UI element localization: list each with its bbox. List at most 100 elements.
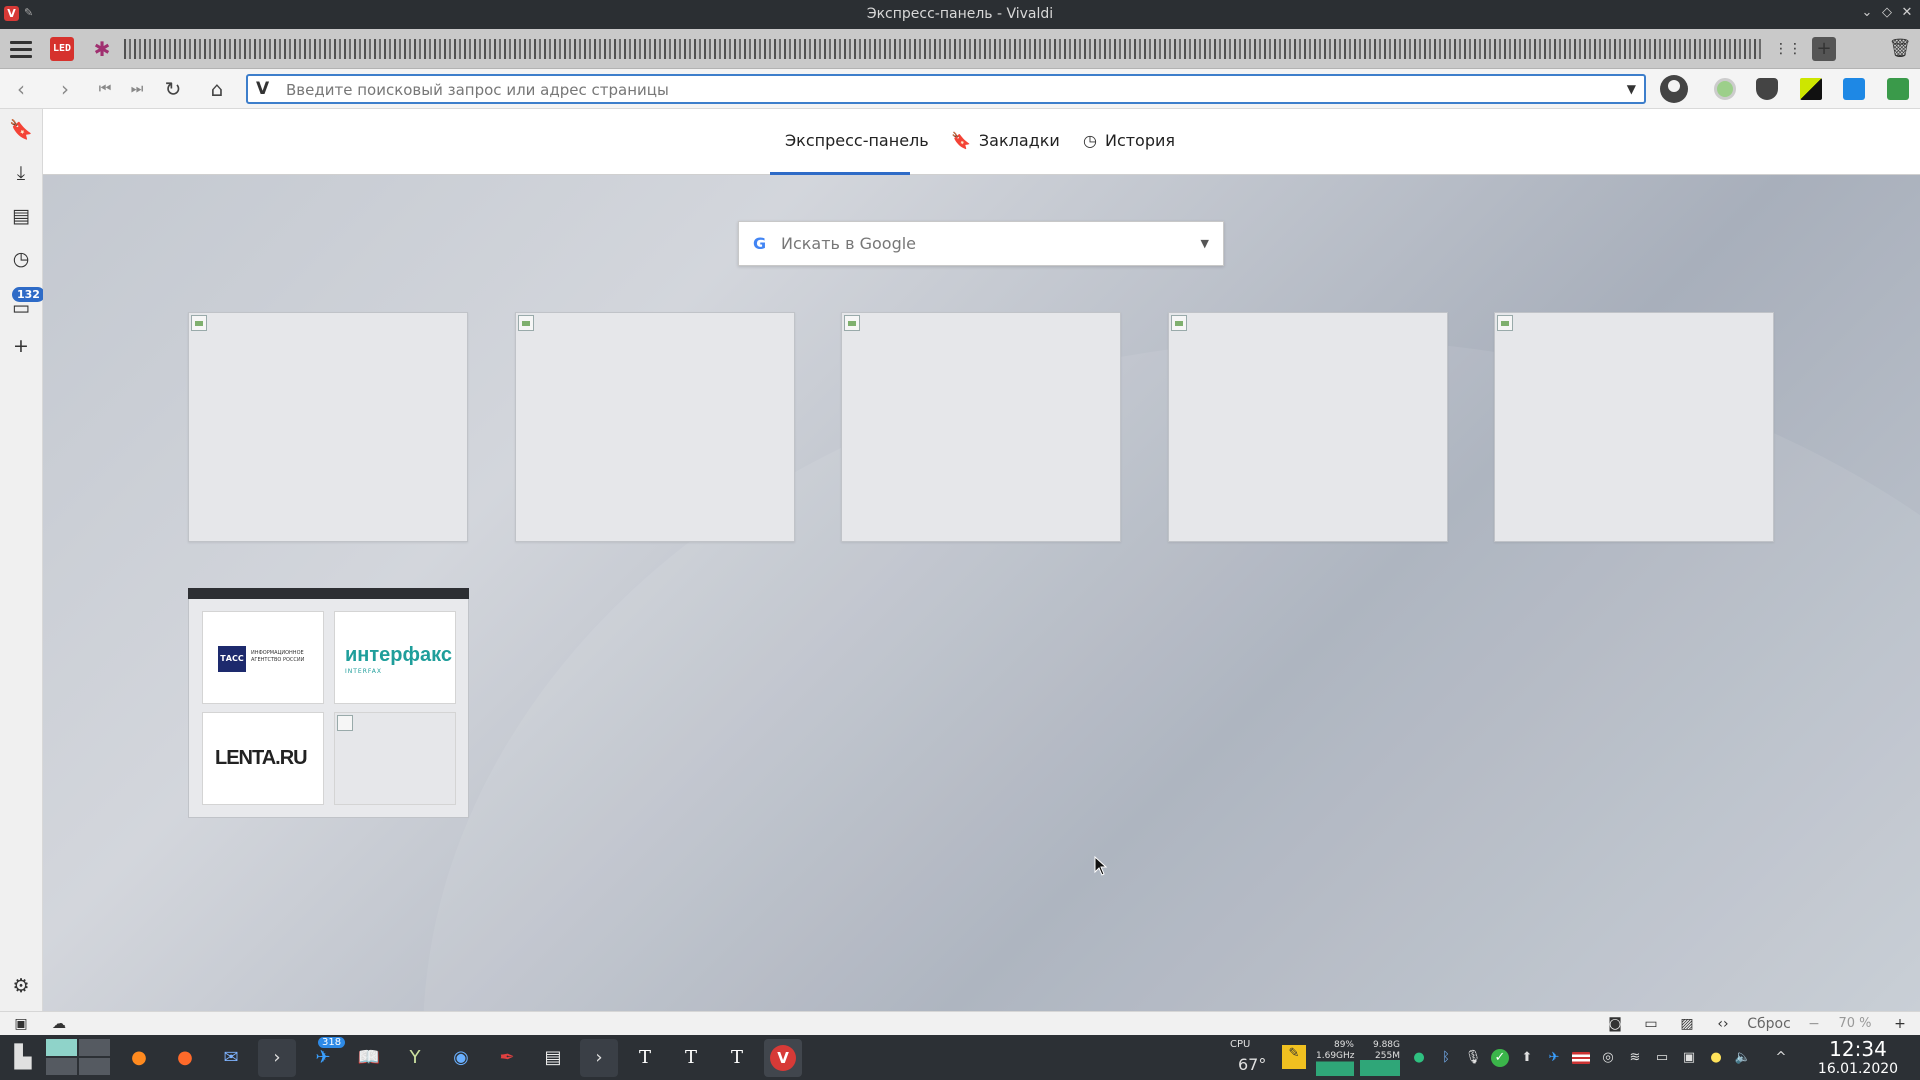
thunderbird-icon[interactable]: ✉ bbox=[212, 1039, 250, 1077]
vivaldi-menu-button[interactable] bbox=[8, 37, 34, 61]
extension-green-dot-icon[interactable] bbox=[1714, 78, 1736, 100]
firefox-dev-icon[interactable]: ● bbox=[166, 1039, 204, 1077]
home-button[interactable]: ⌂ bbox=[204, 77, 230, 101]
document-icon[interactable]: ▤ bbox=[534, 1039, 572, 1077]
history-panel-icon[interactable]: ◷ bbox=[8, 246, 34, 272]
url-input[interactable]: V Введите поисковый запрос или адрес стр… bbox=[246, 74, 1646, 104]
app-launcher-icon[interactable]: ▙ bbox=[4, 1039, 42, 1077]
speed-dial-folder[interactable]: ТАСС ИНФОРМАЦИОННОЕ АГЕНТСТВО РОССИИ инт… bbox=[188, 588, 469, 818]
back-button[interactable]: ‹ bbox=[8, 77, 34, 101]
new-tab-button[interactable]: + bbox=[1812, 37, 1836, 61]
tab-history[interactable]: ◷ История bbox=[1083, 131, 1175, 150]
vpn-icon[interactable]: ◎ bbox=[1599, 1049, 1617, 1067]
cpu-frequency: 1.69GHz bbox=[1316, 1051, 1355, 1061]
book-reader-icon[interactable]: 📖 bbox=[350, 1039, 388, 1077]
notes-panel-icon[interactable]: ▤ bbox=[8, 203, 34, 229]
zoom-reset-button[interactable]: Сброс bbox=[1744, 1015, 1794, 1033]
rewind-button[interactable]: ⏮ bbox=[92, 77, 118, 101]
typora-3-icon[interactable]: T bbox=[718, 1039, 756, 1077]
microphone-icon[interactable]: 🎙 bbox=[1464, 1049, 1482, 1067]
zoom-out-button[interactable]: − bbox=[1806, 1015, 1822, 1033]
folder-item-interfax[interactable]: интерфакс INTERFAX bbox=[334, 611, 456, 704]
desktop-1[interactable] bbox=[46, 1039, 77, 1056]
tab-bookmarks[interactable]: 🔖 Закладки bbox=[951, 131, 1060, 150]
clock[interactable]: 12:34 16.01.2020 bbox=[1798, 1038, 1918, 1078]
url-history-dropdown-icon[interactable]: ▼ bbox=[1627, 82, 1636, 96]
zoom-in-button[interactable]: + bbox=[1892, 1015, 1908, 1033]
minimize-icon[interactable]: ⌄ bbox=[1858, 4, 1876, 22]
settings-gear-icon[interactable]: ⚙ bbox=[8, 973, 34, 999]
search-engine-dropdown-icon[interactable]: ▼ bbox=[1201, 237, 1209, 250]
search-placeholder: Искать в Google bbox=[781, 234, 917, 253]
notes-widget-icon[interactable]: ✎ bbox=[1282, 1045, 1306, 1069]
extension-shield-icon[interactable] bbox=[1756, 78, 1778, 100]
profile-avatar[interactable] bbox=[1660, 75, 1688, 103]
speed-dial-tile[interactable] bbox=[1494, 312, 1774, 542]
terminal-2-icon[interactable]: › bbox=[580, 1039, 618, 1077]
close-icon[interactable]: ✕ bbox=[1898, 4, 1916, 22]
maximize-icon[interactable]: ◇ bbox=[1878, 4, 1896, 22]
typora-icon[interactable]: T bbox=[626, 1039, 664, 1077]
tray-expand-icon[interactable]: ^ bbox=[1772, 1049, 1790, 1067]
trash-icon[interactable]: 🗑 bbox=[1888, 37, 1912, 61]
telegram-tray-icon[interactable]: ✈ bbox=[1545, 1049, 1563, 1067]
cpu-label: CPU bbox=[1230, 1039, 1251, 1050]
desktop-2[interactable] bbox=[79, 1039, 110, 1056]
keyboard-layout-flag-icon[interactable] bbox=[1572, 1052, 1590, 1064]
tab-spark-icon[interactable]: ✱ bbox=[90, 37, 114, 61]
extension-s-icon[interactable] bbox=[1843, 78, 1865, 100]
tiling-icon[interactable]: ▭ bbox=[1640, 1015, 1662, 1033]
typora-2-icon[interactable]: T bbox=[672, 1039, 710, 1077]
tab-speed-dial[interactable]: Экспресс-панель bbox=[785, 131, 929, 150]
add-panel-icon[interactable]: + bbox=[8, 333, 34, 359]
speed-dial-tile[interactable] bbox=[188, 312, 468, 542]
yandex-icon[interactable]: Y bbox=[396, 1039, 434, 1077]
night-light-icon[interactable]: ● bbox=[1707, 1049, 1725, 1067]
desktop-4[interactable] bbox=[79, 1058, 110, 1075]
terminal-icon[interactable]: › bbox=[258, 1039, 296, 1077]
folder-item-lenta[interactable]: LENTA.RU bbox=[202, 712, 324, 805]
status-green-icon[interactable]: ● bbox=[1410, 1049, 1428, 1067]
extension-color-icon[interactable] bbox=[1800, 78, 1822, 100]
downloads-panel-icon[interactable]: ⤓ bbox=[8, 160, 34, 186]
tass-logo: ТАСС bbox=[218, 646, 246, 672]
check-icon[interactable]: ✓ bbox=[1491, 1049, 1509, 1067]
firefox-icon[interactable]: ● bbox=[120, 1039, 158, 1077]
speed-dial-tile[interactable] bbox=[1168, 312, 1448, 542]
desktop-pager[interactable] bbox=[46, 1039, 110, 1075]
updates-icon[interactable]: ⬆ bbox=[1518, 1049, 1536, 1067]
tab-history-label: История bbox=[1104, 131, 1176, 150]
broken-image-icon bbox=[191, 315, 207, 331]
folder-item-tass[interactable]: ТАСС ИНФОРМАЦИОННОЕ АГЕНТСТВО РОССИИ bbox=[202, 611, 324, 704]
volume-icon[interactable]: 🔈 bbox=[1734, 1049, 1752, 1067]
site-info-icon[interactable]: V bbox=[256, 79, 269, 99]
fast-forward-button[interactable]: ⏭ bbox=[124, 77, 150, 101]
extension-translate-icon[interactable] bbox=[1887, 78, 1909, 100]
tab-grid-icon[interactable]: ⋮⋮ bbox=[1774, 37, 1802, 61]
forward-button[interactable]: › bbox=[52, 77, 78, 101]
capture-camera-icon[interactable]: ◙ bbox=[1604, 1015, 1626, 1033]
battery-icon[interactable]: ▭ bbox=[1653, 1049, 1671, 1067]
google-search-field[interactable]: G Искать в Google ▼ bbox=[738, 221, 1224, 266]
desktop-3[interactable] bbox=[46, 1058, 77, 1075]
qbittorrent-icon[interactable]: ◉ bbox=[442, 1039, 480, 1077]
folder-item-empty[interactable] bbox=[334, 712, 456, 805]
vivaldi-task-icon[interactable]: V bbox=[764, 1039, 802, 1077]
reload-button[interactable]: ↻ bbox=[160, 77, 186, 101]
clipboard-icon[interactable]: ▣ bbox=[1680, 1049, 1698, 1067]
editor-icon[interactable]: ✒ bbox=[488, 1039, 526, 1077]
bluetooth-icon[interactable]: ᛒ bbox=[1437, 1049, 1455, 1067]
speed-dial-tile[interactable] bbox=[841, 312, 1121, 542]
page-actions-icon[interactable]: ‹› bbox=[1712, 1015, 1734, 1033]
tab-led[interactable]: LED bbox=[50, 37, 74, 61]
cpu-temperature: 67° bbox=[1238, 1055, 1267, 1074]
broken-image-icon bbox=[1497, 315, 1513, 331]
images-icon[interactable]: ▨ bbox=[1676, 1015, 1698, 1033]
interfax-subtitle: INTERFAX bbox=[345, 668, 382, 675]
bookmarks-panel-icon[interactable]: 🔖 bbox=[8, 117, 34, 143]
speed-dial-tile[interactable] bbox=[515, 312, 795, 542]
tab-strip-compressed[interactable] bbox=[124, 39, 1764, 59]
wifi-icon[interactable]: ≋ bbox=[1626, 1049, 1644, 1067]
panel-toggle-icon[interactable]: ▣ bbox=[10, 1015, 32, 1033]
sync-cloud-icon[interactable]: ☁ bbox=[48, 1015, 70, 1033]
